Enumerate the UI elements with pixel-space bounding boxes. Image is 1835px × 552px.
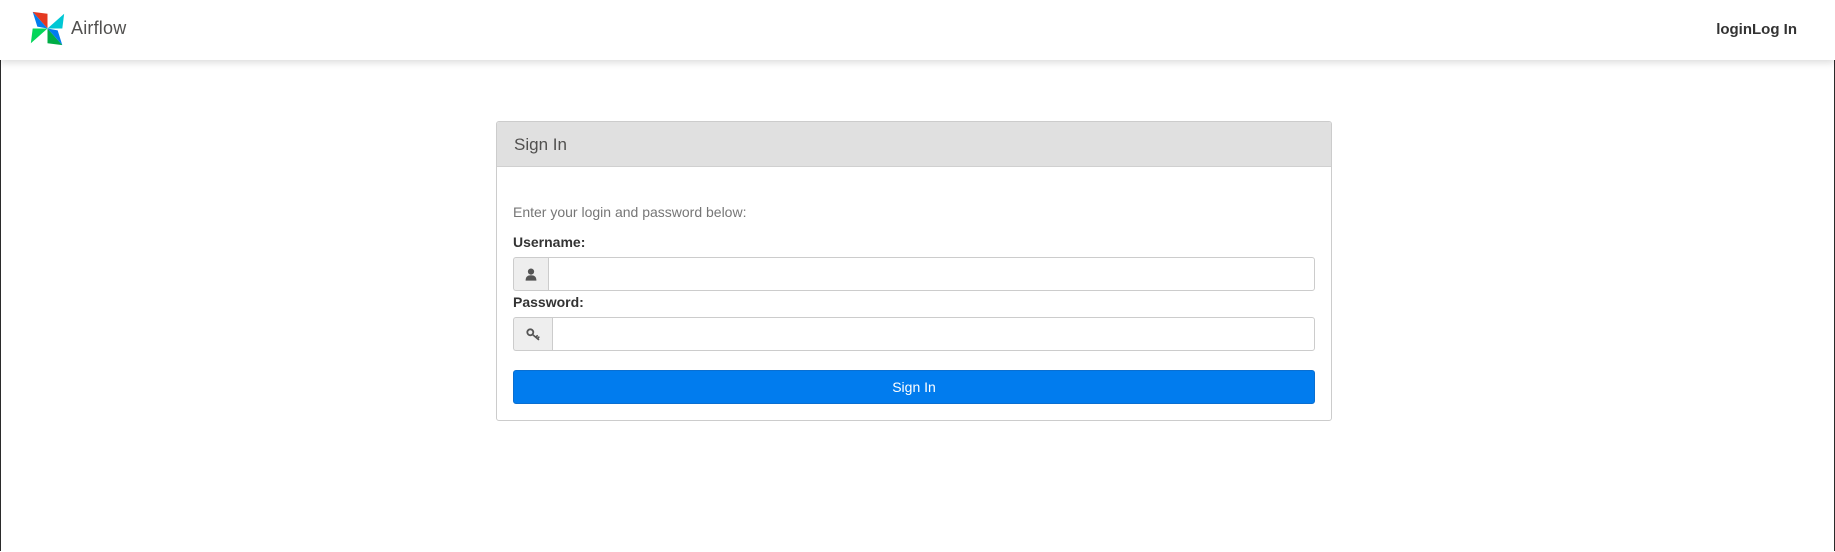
username-label: Username: [513,234,586,250]
app-name: Airflow [71,18,127,38]
airflow-pinwheel-icon [30,11,65,46]
password-label: Password: [513,294,584,310]
login-panel: Sign In Enter your login and password be… [496,121,1332,421]
brand-home-link[interactable]: Airflow [29,10,126,47]
password-input-group [513,317,1315,351]
login-instructions: Enter your login and password below: [513,204,747,220]
username-input[interactable] [548,257,1315,291]
sign-in-button[interactable]: Sign In [513,370,1315,404]
panel-heading: Sign In [497,122,1331,167]
key-icon [513,317,552,351]
top-navbar: Airflow loginLog In [0,0,1835,60]
user-icon [513,257,548,291]
username-input-group [513,257,1315,291]
login-link[interactable]: loginLog In [1716,21,1797,38]
password-input[interactable] [552,317,1315,351]
